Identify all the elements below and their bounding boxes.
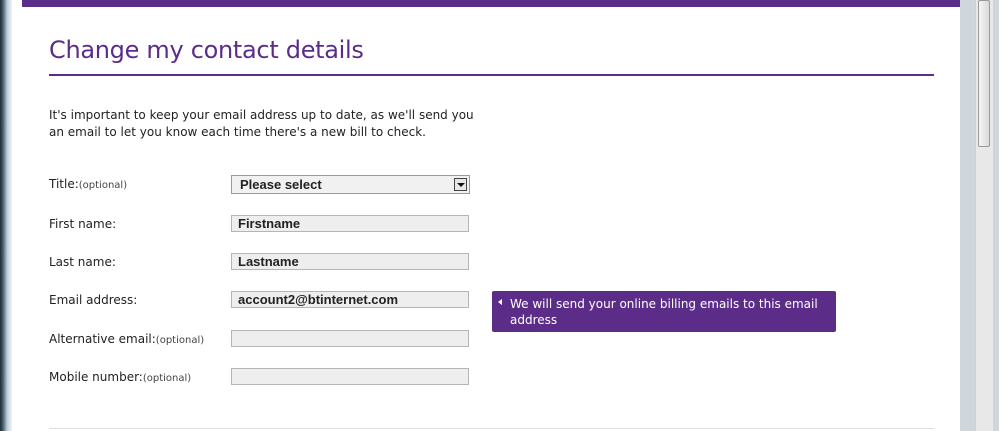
email-tooltip: We will send your online billing emails … xyxy=(492,291,836,332)
alt-email-label: Alternative email:(optional) xyxy=(49,332,204,346)
title-divider xyxy=(49,74,934,76)
vertical-scrollbar[interactable] xyxy=(975,0,993,431)
mobile-label: Mobile number:(optional) xyxy=(49,370,191,384)
tooltip-text: We will send your online billing emails … xyxy=(510,297,818,327)
last-name-input[interactable]: Lastname xyxy=(231,253,469,270)
title-select-value: Please select xyxy=(240,177,322,192)
scrollbar-thumb[interactable] xyxy=(978,0,990,147)
alt-email-input[interactable] xyxy=(231,330,469,347)
title-label: Title:(optional) xyxy=(49,177,127,191)
mobile-label-text: Mobile number: xyxy=(49,370,143,384)
mobile-optional-note: (optional) xyxy=(142,373,192,384)
email-label: Email address: xyxy=(49,293,138,307)
first-name-label: First name: xyxy=(49,217,117,231)
tooltip-arrow-icon xyxy=(498,299,502,305)
mobile-input[interactable] xyxy=(231,368,469,385)
dropdown-arrow-icon[interactable] xyxy=(454,178,467,191)
alt-email-label-text: Alternative email: xyxy=(49,332,156,346)
brand-top-bar xyxy=(22,0,960,7)
title-label-text: Title: xyxy=(49,177,79,191)
page-content: Change my contact details It's important… xyxy=(12,0,960,431)
last-name-label: Last name: xyxy=(49,255,116,269)
intro-text: It's important to keep your email addres… xyxy=(49,108,474,139)
section-divider xyxy=(49,428,934,429)
alt-email-optional-note: (optional) xyxy=(155,335,205,346)
window-frame-left xyxy=(0,0,12,431)
title-select[interactable]: Please select xyxy=(231,175,470,194)
email-input[interactable]: account2@btinternet.com xyxy=(231,291,469,308)
page-title: Change my contact details xyxy=(49,36,364,64)
first-name-input[interactable]: Firstname xyxy=(231,215,469,232)
title-optional-note: (optional) xyxy=(78,180,128,191)
